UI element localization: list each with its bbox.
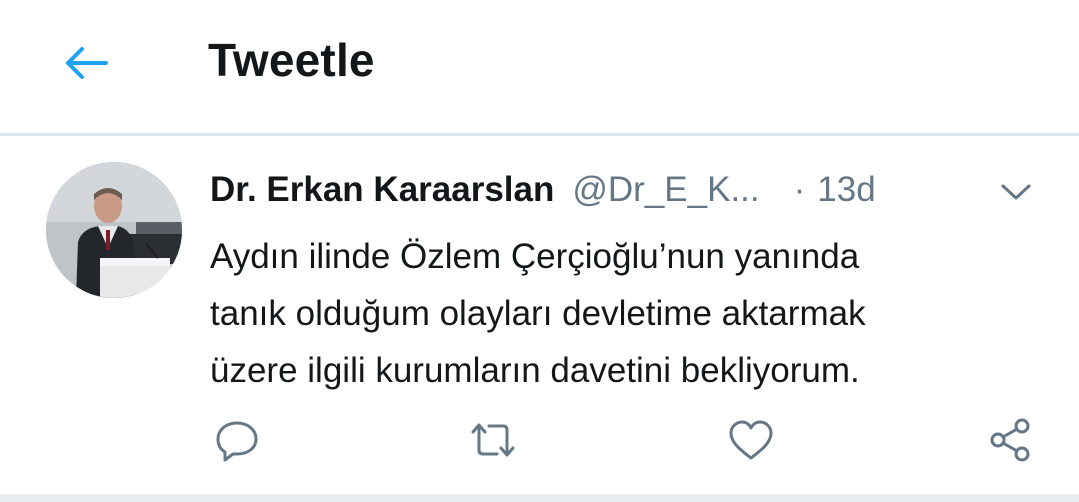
arrow-left-icon bbox=[66, 47, 108, 79]
share-icon bbox=[990, 418, 1030, 462]
author-handle[interactable]: @Dr_E_K... bbox=[572, 170, 759, 210]
retweet-icon bbox=[471, 423, 515, 457]
back-button[interactable] bbox=[58, 38, 114, 88]
avatar-photo bbox=[46, 162, 182, 298]
author-name[interactable]: Dr. Erkan Karaarslan bbox=[210, 170, 554, 210]
like-button[interactable] bbox=[725, 418, 777, 462]
heart-icon bbox=[729, 420, 773, 460]
retweet-button[interactable] bbox=[467, 418, 519, 462]
page-title: Tweetle bbox=[208, 34, 375, 86]
tweet-text-line: tanık olduğum olayları devletime aktarma… bbox=[210, 294, 866, 333]
share-button[interactable] bbox=[984, 418, 1036, 462]
reply-icon bbox=[216, 421, 258, 462]
separator-dot: · bbox=[793, 170, 806, 209]
tweet-text-line: Aydın ilinde Özlem Çerçioğlu’nun yanında bbox=[210, 237, 860, 276]
avatar[interactable] bbox=[46, 162, 182, 298]
tweet-header: Dr. Erkan Karaarslan @Dr_E_K... · 13d bbox=[210, 168, 1050, 212]
tweet-text-line: üzere ilgili kurumların davetini bekliyo… bbox=[210, 351, 860, 390]
tweet-timestamp[interactable]: 13d bbox=[817, 170, 875, 210]
tweet-menu-button[interactable] bbox=[996, 176, 1036, 208]
bottom-divider bbox=[0, 494, 1079, 502]
tweet-text: Aydın ilinde Özlem Çerçioğlu’nun yanında… bbox=[210, 228, 1050, 399]
reply-button[interactable] bbox=[211, 418, 263, 462]
top-bar: Tweetle bbox=[0, 0, 1079, 134]
chevron-down-icon bbox=[1001, 184, 1031, 200]
tweet-actions bbox=[0, 418, 1079, 462]
tweet[interactable]: Dr. Erkan Karaarslan @Dr_E_K... · 13d Ay… bbox=[0, 136, 1079, 494]
